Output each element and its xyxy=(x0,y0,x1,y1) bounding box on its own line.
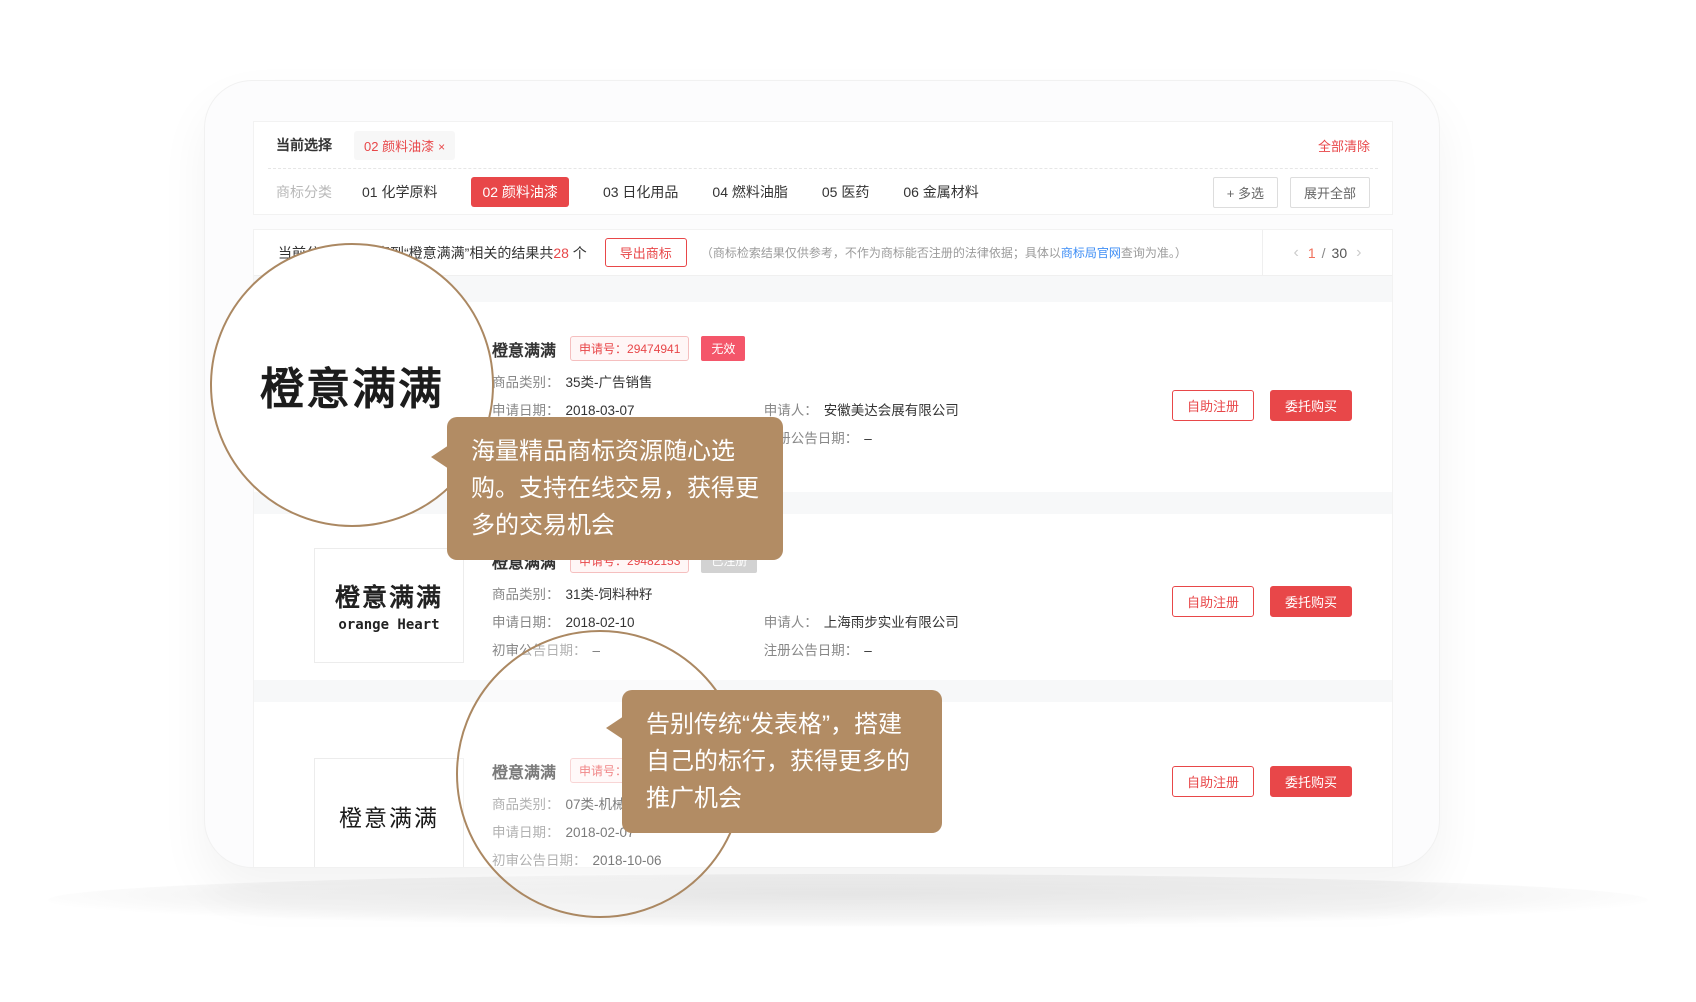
field-label: 申请人： xyxy=(764,403,818,418)
remove-filter-icon[interactable]: × xyxy=(438,140,445,154)
field-label: 商品类别： xyxy=(492,375,560,390)
pagination: ‹ 1 / 30 › xyxy=(1262,230,1392,275)
field-value: 安徽美达会展有限公司 xyxy=(824,403,959,418)
field-value: 上海雨步实业有限公司 xyxy=(824,615,959,630)
field-label: 申请日期： xyxy=(492,615,560,630)
field-value: – xyxy=(864,643,872,658)
trademark-office-link[interactable]: 商标局官网 xyxy=(1061,246,1121,260)
page-separator: / xyxy=(1322,245,1326,261)
category-item-05[interactable]: 05 医药 xyxy=(822,182,869,202)
multi-select-button[interactable]: + 多选 xyxy=(1213,177,1278,208)
application-number-badge: 申请号：29474941 xyxy=(570,336,689,361)
tooltip-promo-callout: 告别传统“发表格”，搭建自己的标行，获得更多的推广机会 xyxy=(622,690,942,833)
tooltip-text: 告别传统“发表格”，搭建自己的标行，获得更多的推广机会 xyxy=(646,711,910,812)
entrust-purchase-button[interactable]: 委托购买 xyxy=(1270,586,1352,617)
category-item-02-active[interactable]: 02 颜料油漆 xyxy=(471,177,568,207)
selected-filter-tag-text: 02 颜料油漆 xyxy=(364,139,434,154)
export-trademarks-button[interactable]: 导出商标 xyxy=(605,238,687,267)
thumbnail-mark-text: 橙意满满 xyxy=(339,799,439,833)
entrust-purchase-button[interactable]: 委托购买 xyxy=(1270,390,1352,421)
field-label: 商品类别： xyxy=(492,587,560,602)
trademark-thumbnail[interactable]: 橙意满满 orange Heart xyxy=(314,548,464,663)
brand-name: 橙意满满 xyxy=(492,337,556,361)
field-value: 2018-03-07 xyxy=(566,403,635,418)
trademark-thumbnail[interactable]: 橙意满满 xyxy=(314,758,464,868)
field-value: – xyxy=(864,431,872,446)
total-pages: 30 xyxy=(1332,245,1348,261)
category-item-01[interactable]: 01 化学原料 xyxy=(362,182,437,202)
status-badge: 无效 xyxy=(701,336,745,361)
field-label: 申请日期： xyxy=(492,403,560,418)
selected-filter-tag[interactable]: 02 颜料油漆 × xyxy=(354,131,455,160)
entrust-purchase-button[interactable]: 委托购买 xyxy=(1270,766,1352,797)
category-item-06[interactable]: 06 金属材料 xyxy=(903,182,978,202)
self-register-button[interactable]: 自助注册 xyxy=(1172,390,1254,421)
trademark-row: 橙意满满 orange Heart 橙意满满 申请号：29482153 已注册 … xyxy=(254,514,1392,680)
current-page: 1 xyxy=(1308,245,1316,261)
page: 当前选择 02 颜料油漆 × 全部清除 商标分类 01 化学原料 02 颜料油漆 … xyxy=(0,0,1696,1002)
next-page-icon[interactable]: › xyxy=(1350,244,1367,262)
self-register-button[interactable]: 自助注册 xyxy=(1172,766,1254,797)
current-selection-label: 当前选择 xyxy=(276,135,332,155)
thumbnail-mark-text: 橙意满满 xyxy=(335,578,443,614)
field-value: 2018-02-10 xyxy=(566,615,635,630)
tooltip-text: 海量精品商标资源随心选购。支持在线交易，获得更多的交易机会 xyxy=(471,438,759,539)
category-item-04[interactable]: 04 燃料油脂 xyxy=(712,182,787,202)
disclaimer-text: （商标检索结果仅供参考，不作为商标能否注册的法律依据；具体以商标局官网查询为准。… xyxy=(701,244,1187,261)
tooltip-tail xyxy=(606,716,624,740)
filter-panel: 当前选择 02 颜料油漆 × 全部清除 商标分类 01 化学原料 02 颜料油漆 … xyxy=(253,121,1393,215)
magnified-mark-text: 橙意满满 xyxy=(260,353,444,417)
category-bar-label: 商标分类 xyxy=(276,182,332,202)
thumbnail-mark-subtext: orange Heart xyxy=(338,617,439,633)
category-item-03[interactable]: 03 日化用品 xyxy=(603,182,678,202)
tooltip-trade-callout: 海量精品商标资源随心选购。支持在线交易，获得更多的交易机会 xyxy=(447,417,783,560)
expand-all-button[interactable]: 展开全部 xyxy=(1290,177,1370,208)
laptop-base xyxy=(48,874,1648,926)
field-label: 申请人： xyxy=(764,615,818,630)
field-value: 35类-广告销售 xyxy=(566,375,653,390)
clear-all-button[interactable]: 全部清除 xyxy=(1318,136,1370,155)
results-count: 28 xyxy=(553,245,569,261)
field-value: 31类-饲料种籽 xyxy=(566,587,653,602)
field-label: 注册公告日期： xyxy=(764,643,859,658)
tooltip-tail xyxy=(431,445,449,469)
self-register-button[interactable]: 自助注册 xyxy=(1172,586,1254,617)
prev-page-icon[interactable]: ‹ xyxy=(1288,244,1305,262)
